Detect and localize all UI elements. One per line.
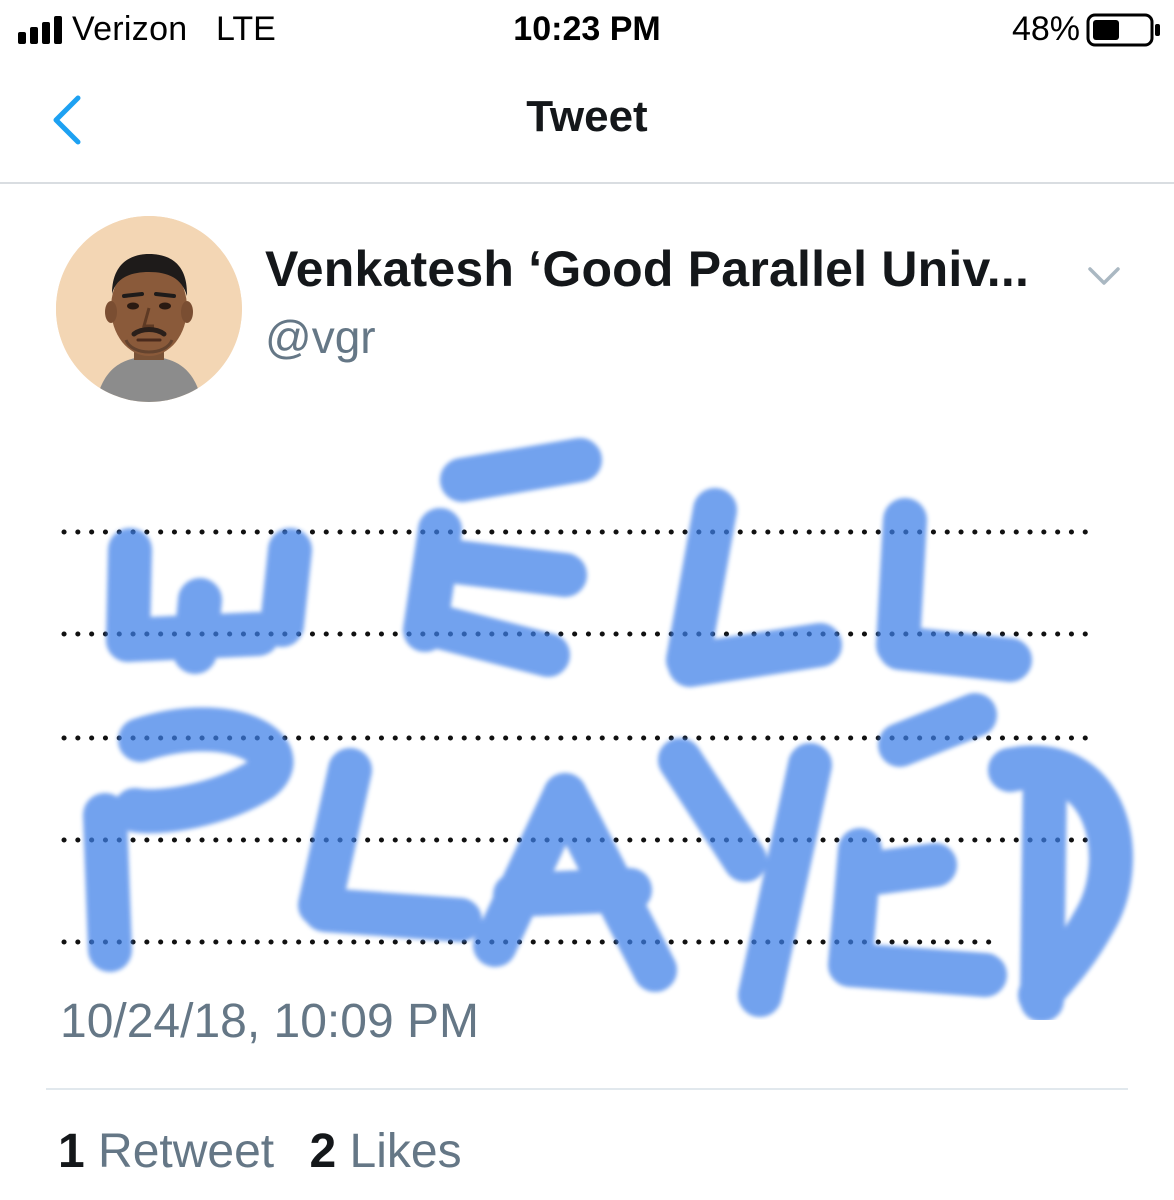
letter-y-stroke [658,738,832,1017]
letter-d-stroke [988,745,1133,1022]
author-display-name[interactable]: Venkatesh ‘Good Parallel Univ... [265,240,1029,298]
status-time: 10:23 PM [513,10,661,48]
page-title: Tweet [526,92,648,141]
letter-e-stroke [828,693,1007,997]
handwritten-text [83,438,1133,1022]
avatar[interactable] [56,216,242,402]
letter-l-stroke [298,748,482,942]
avatar-face-image [56,216,242,402]
chevron-down-icon[interactable] [1086,264,1122,288]
like-label: Likes [349,1125,462,1178]
divider [46,1088,1128,1090]
retweet-label: Retweet [98,1125,275,1178]
status-bar: Verizon LTE 10:23 PM 48% [0,0,1174,62]
letter-e-stroke [403,438,602,677]
navigation-bar: Tweet [0,62,1174,184]
handwritten-drawing [61,438,1133,1022]
battery-percent: 48% [1011,10,1080,48]
retweet-stat[interactable]: 1 Retweet [58,1124,274,1179]
like-stat[interactable]: 2 Likes [309,1124,461,1179]
tweet-stats: 1 Retweet 2 Likes [58,1124,484,1179]
author-handle[interactable]: @vgr [265,310,376,364]
battery-icon [1086,13,1160,47]
letter-w-stroke [106,528,312,674]
tweet-timestamp: 10/24/18, 10:09 PM [60,995,479,1048]
letter-l-stroke [876,498,1032,682]
retweet-count: 1 [58,1125,85,1178]
like-count: 2 [309,1125,337,1178]
tweet-image[interactable] [0,420,1174,1022]
